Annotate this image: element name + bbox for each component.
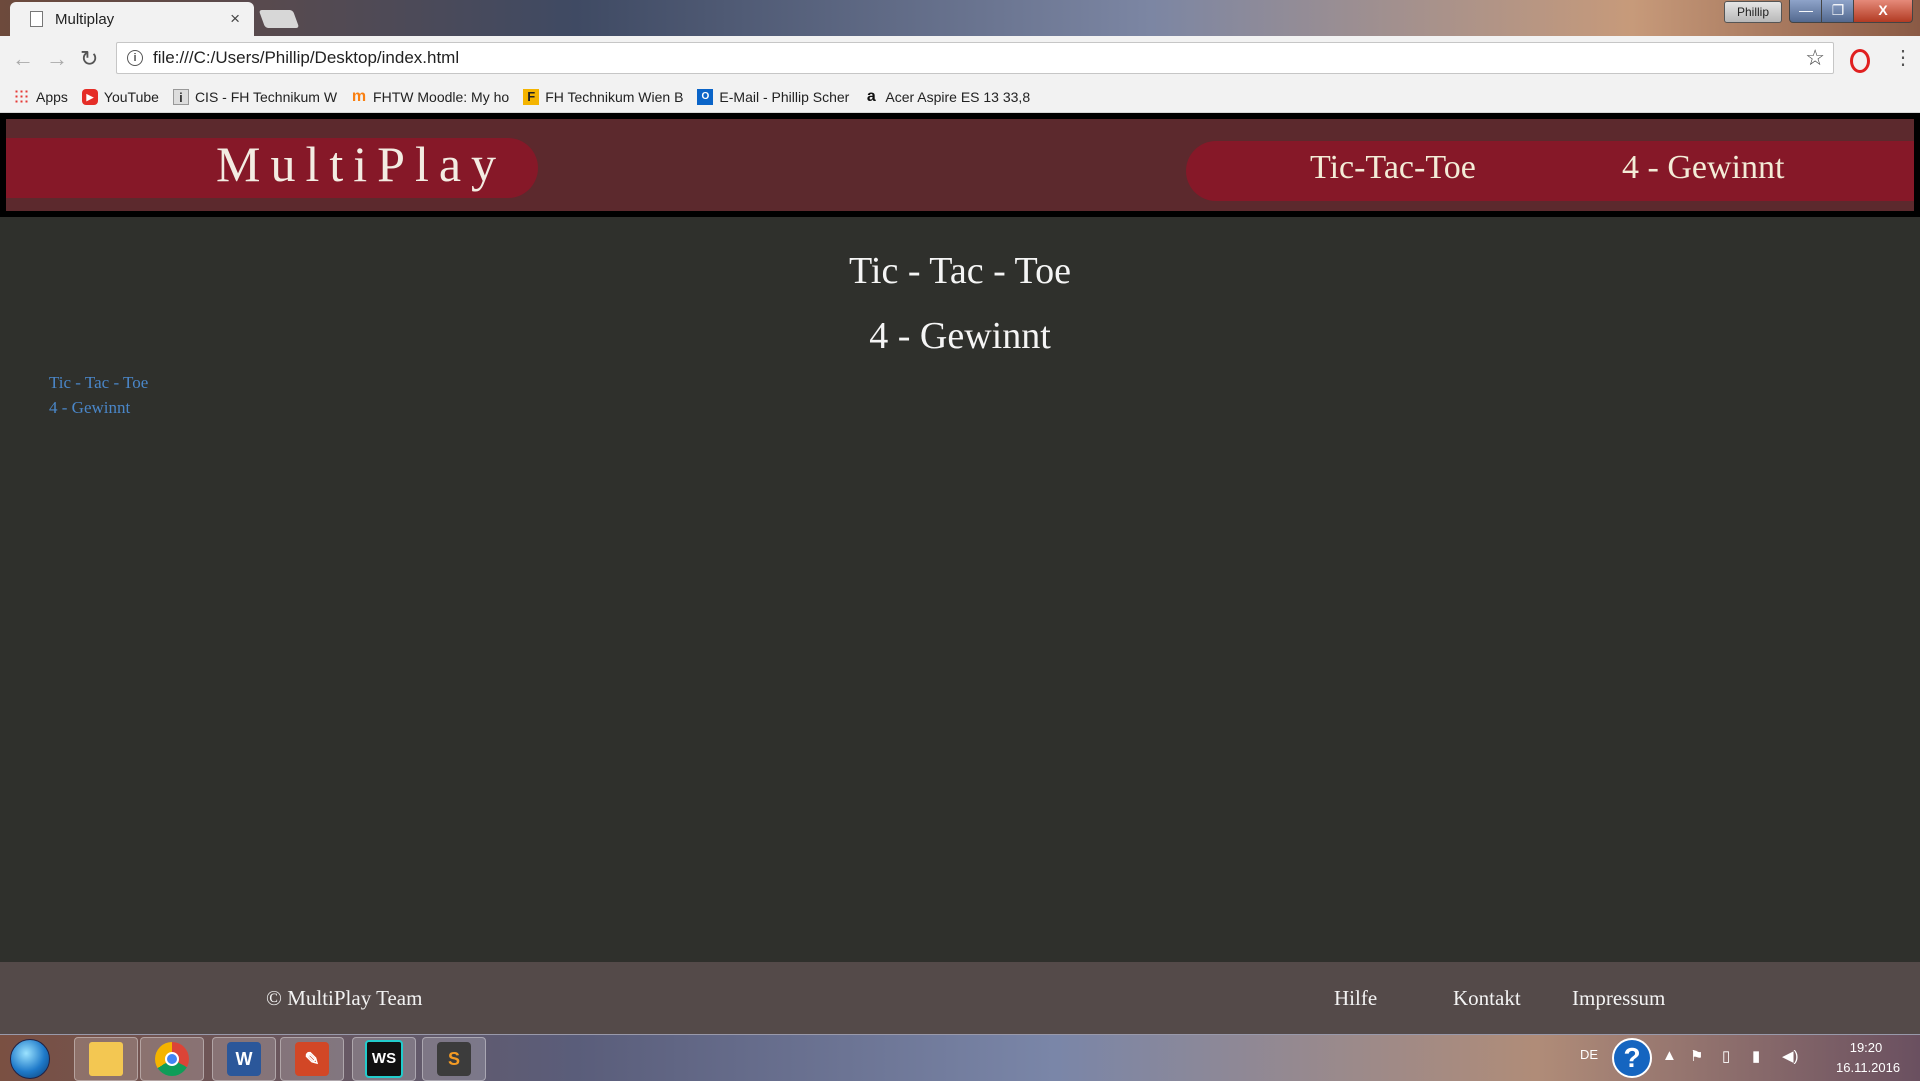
windows-taskbar: W ✎ WS S DE ? ▲ ⚑ ▯ ▮ ◀) 19:20 16.11.201… (0, 1034, 1920, 1081)
start-button[interactable] (10, 1039, 50, 1079)
cis-icon: i (172, 89, 189, 105)
chrome-icon (155, 1042, 189, 1076)
browser-menu-icon[interactable]: ⋮ (1893, 45, 1913, 70)
taskbar-webstorm[interactable]: WS (352, 1037, 416, 1081)
tray-expand-icon[interactable]: ▲ (1662, 1047, 1677, 1064)
footer-link-hilfe[interactable]: Hilfe (1334, 986, 1377, 1011)
profile-button[interactable]: Phillip (1724, 1, 1782, 23)
bookmark-label: FH Technikum Wien B (545, 89, 684, 105)
web-page: MultiPlay Tic-Tac-Toe 4 - Gewinnt Tic - … (0, 113, 1920, 962)
browser-titlebar: Multiplay × Phillip — ❐ X (0, 0, 1920, 36)
folder-icon (89, 1042, 123, 1076)
apps-icon (14, 89, 30, 105)
footer-link-impressum[interactable]: Impressum (1572, 986, 1665, 1011)
bookmark-label: E-Mail - Phillip Scher (719, 89, 850, 105)
side-link-tictactoe[interactable]: Tic - Tac - Toe (49, 373, 148, 393)
nav-link-vier-gewinnt[interactable]: 4 - Gewinnt (1622, 149, 1784, 187)
language-indicator[interactable]: DE (1580, 1047, 1598, 1062)
bookmark-label: Apps (36, 89, 68, 105)
tab-close-icon[interactable]: × (230, 9, 240, 29)
new-tab-button[interactable] (258, 10, 300, 28)
footer-copyright: © MultiPlay Team (266, 986, 423, 1010)
clock-date: 16.11.2016 (1836, 1060, 1901, 1075)
battery-icon[interactable]: ▯ (1722, 1047, 1730, 1065)
browser-toolbar: ← → ↻ i file:///C:/Users/Phillip/Desktop… (0, 36, 1920, 82)
address-bar[interactable]: i file:///C:/Users/Phillip/Desktop/index… (116, 42, 1834, 74)
opera-extension-icon[interactable] (1850, 49, 1870, 73)
bookmark-label: Acer Aspire ES 13 33,8 (885, 89, 1031, 105)
action-center-flag-icon[interactable]: ⚑ (1690, 1047, 1703, 1065)
bookmark-star-icon[interactable]: ☆ (1805, 45, 1825, 71)
forward-icon[interactable]: → (46, 46, 68, 72)
bookmark-label: CIS - FH Technikum W (194, 89, 338, 105)
webstorm-icon: WS (365, 1040, 403, 1078)
minimize-button[interactable]: — (1789, 0, 1823, 23)
footer-link-kontakt[interactable]: Kontakt (1453, 986, 1521, 1011)
nav-link-tictactoe[interactable]: Tic-Tac-Toe (1310, 149, 1476, 187)
bookmark-label: FHTW Moodle: My ho (373, 89, 510, 105)
page-icon (30, 11, 43, 27)
bookmark-youtube[interactable]: ▶ YouTube (81, 89, 159, 105)
tab-title: Multiplay (55, 10, 115, 28)
site-header-bar: MultiPlay Tic-Tac-Toe 4 - Gewinnt (6, 119, 1914, 211)
bookmark-email[interactable]: O E-Mail - Phillip Scher (697, 89, 849, 105)
bookmark-apps[interactable]: Apps (14, 89, 68, 105)
bookmarks-bar: Apps ▶ YouTube i CIS - FH Technikum W m … (0, 82, 1920, 113)
moodle-icon: m (351, 88, 367, 105)
heading-tictactoe: Tic - Tac - Toe (849, 250, 1071, 292)
heading-vier-gewinnt: 4 - Gewinnt (869, 315, 1051, 357)
clock-time: 19:20 (1849, 1040, 1883, 1055)
taskbar-chrome[interactable] (140, 1037, 204, 1081)
taskbar-acrobat[interactable]: ✎ (280, 1037, 344, 1081)
info-icon[interactable]: i (127, 50, 143, 66)
reload-icon[interactable]: ↻ (80, 46, 98, 72)
taskbar-explorer[interactable] (74, 1037, 138, 1081)
youtube-icon: ▶ (81, 89, 98, 105)
bookmark-label: YouTube (103, 89, 159, 105)
amazon-icon: a (866, 88, 876, 105)
back-icon[interactable]: ← (12, 46, 34, 72)
outlook-icon: O (697, 89, 714, 105)
help-icon[interactable]: ? (1612, 1038, 1652, 1078)
close-window-button[interactable]: X (1853, 0, 1913, 23)
maximize-button[interactable]: ❐ (1821, 0, 1855, 23)
site-header: MultiPlay Tic-Tac-Toe 4 - Gewinnt (0, 113, 1920, 217)
clock[interactable]: 19:20 16.11.2016 (1836, 1038, 1901, 1078)
sublime-icon: S (437, 1042, 471, 1076)
bookmark-cis[interactable]: i CIS - FH Technikum W (172, 89, 338, 105)
taskbar-sublime[interactable]: S (422, 1037, 486, 1081)
bookmark-moodle[interactable]: m FHTW Moodle: My ho (351, 88, 510, 106)
taskbar-word[interactable]: W (212, 1037, 276, 1081)
fh-icon: F (523, 89, 540, 105)
bookmark-fh-technikum[interactable]: F FH Technikum Wien B (523, 89, 683, 105)
url-text[interactable]: file:///C:/Users/Phillip/Desktop/index.h… (153, 48, 459, 68)
nav-pill (1186, 141, 1914, 201)
volume-icon[interactable]: ◀) (1782, 1047, 1799, 1065)
bookmark-amazon[interactable]: a Acer Aspire ES 13 33,8 (863, 88, 1031, 106)
acrobat-icon: ✎ (295, 1042, 329, 1076)
browser-tab-active[interactable]: Multiplay × (10, 2, 254, 36)
network-signal-icon[interactable]: ▮ (1752, 1047, 1760, 1065)
site-logo[interactable]: MultiPlay (216, 135, 506, 193)
word-icon: W (227, 1042, 261, 1076)
side-link-vier-gewinnt[interactable]: 4 - Gewinnt (49, 398, 130, 418)
site-footer: © MultiPlay Team Hilfe Kontakt Impressum (0, 962, 1920, 1034)
